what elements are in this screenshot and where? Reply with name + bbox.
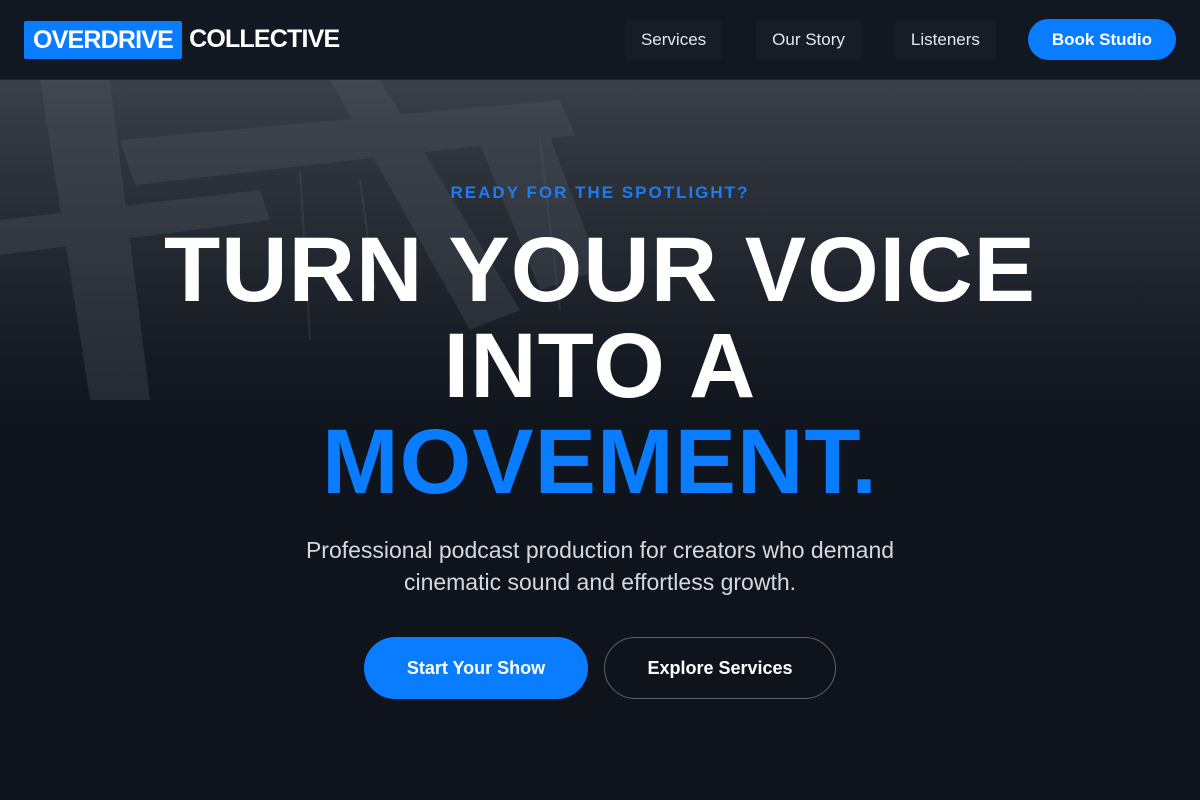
headline-line-2: INTO A — [443, 315, 757, 417]
logo-overdrive: OVERDRIVE — [24, 20, 183, 59]
hero-subtitle: Professional podcast production for crea… — [0, 534, 1200, 598]
hero-cta-row: Start Your Show Explore Services — [0, 637, 1200, 699]
main-nav: Services Our Story Listeners Book Studio — [624, 19, 1176, 60]
brand-logo[interactable]: OVERDRIVE COLLECTIVE — [24, 20, 340, 59]
headline-accent: MOVEMENT. — [322, 411, 878, 513]
site-header: OVERDRIVE COLLECTIVE Services Our Story … — [0, 0, 1200, 80]
book-studio-button[interactable]: Book Studio — [1027, 19, 1176, 60]
hero-headline: TURN YOUR VOICE INTO A MOVEMENT. — [0, 222, 1200, 510]
start-your-show-button[interactable]: Start Your Show — [364, 637, 588, 699]
landing-page: OVERDRIVE COLLECTIVE Services Our Story … — [0, 0, 1200, 800]
nav-item-our-story[interactable]: Our Story — [756, 19, 861, 60]
hero-eyebrow: READY FOR THE SPOTLIGHT? — [450, 183, 750, 202]
explore-services-button[interactable]: Explore Services — [604, 637, 836, 699]
logo-collective: COLLECTIVE — [189, 25, 340, 53]
nav-item-listeners[interactable]: Listeners — [894, 19, 996, 60]
headline-line-1: TURN YOUR VOICE — [163, 219, 1037, 321]
subtitle-line-1: Professional podcast production for crea… — [305, 537, 895, 563]
nav-item-services[interactable]: Services — [624, 19, 723, 60]
subtitle-line-2: cinematic sound and effortless growth. — [403, 569, 797, 595]
